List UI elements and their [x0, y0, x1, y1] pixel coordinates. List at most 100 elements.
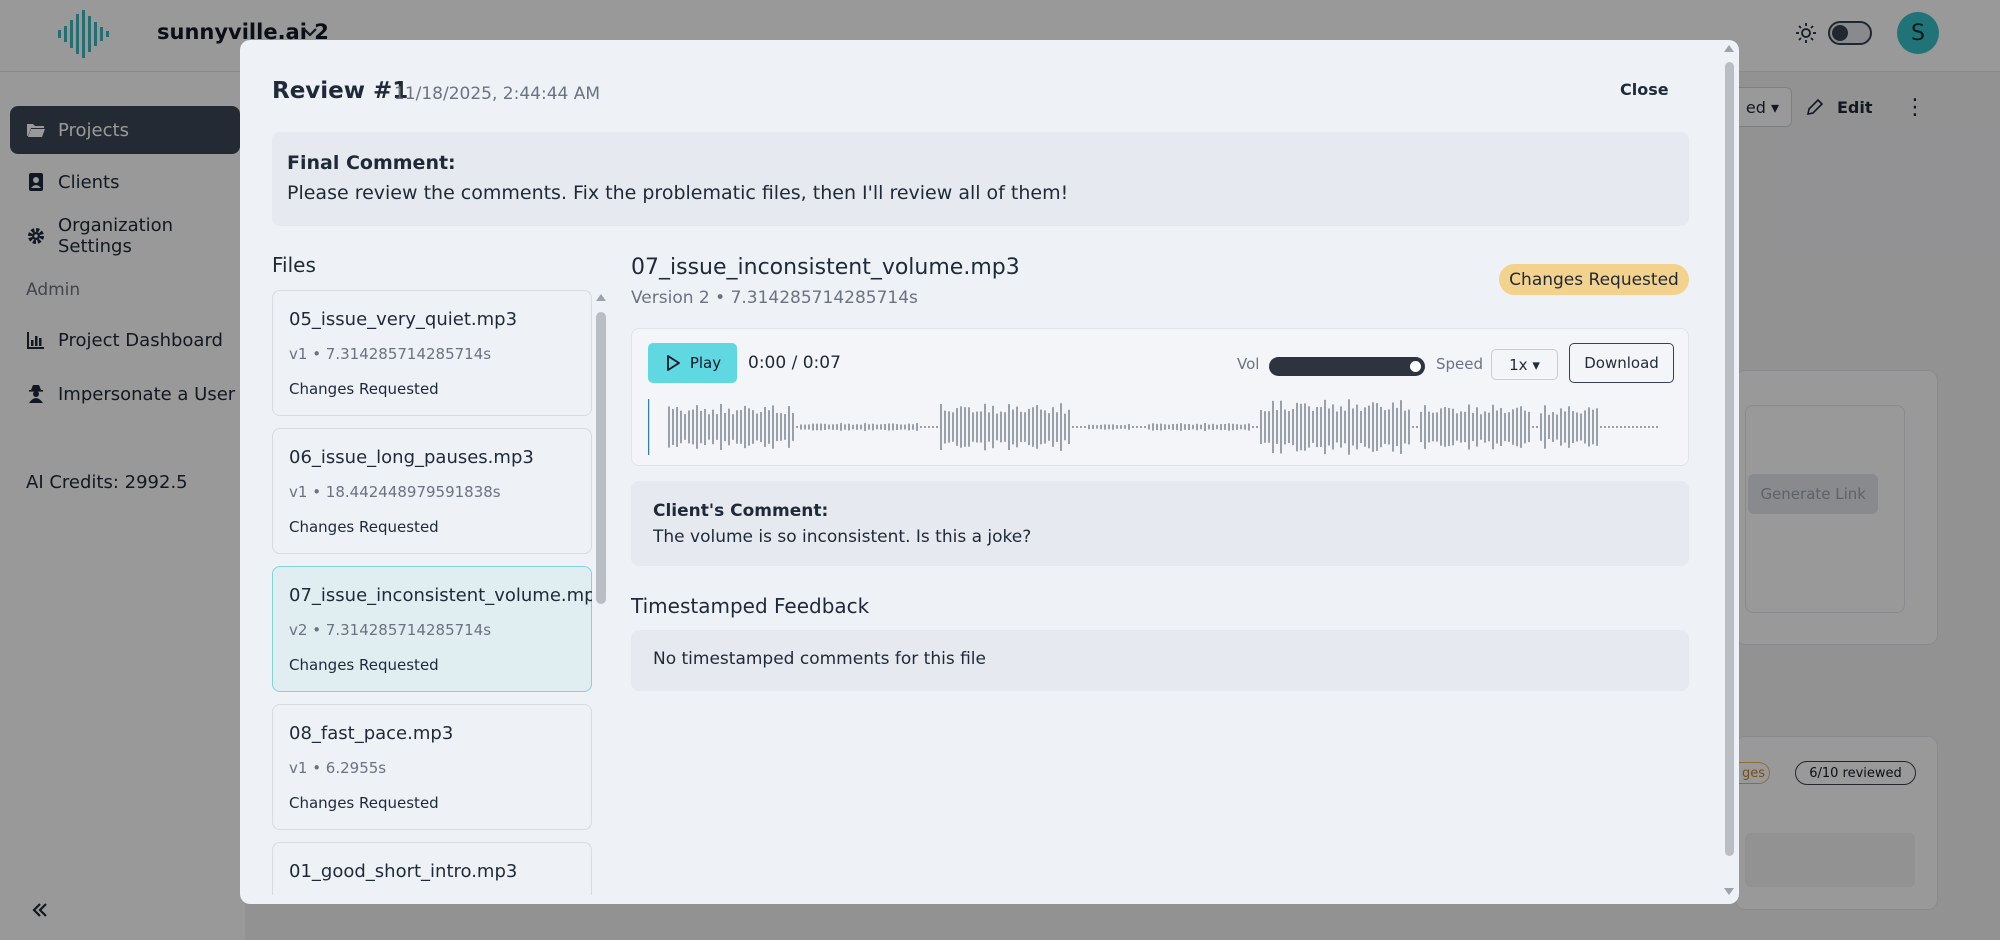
speed-label: Speed — [1436, 355, 1484, 373]
speed-select[interactable]: 1x ▾ — [1491, 349, 1558, 380]
file-status: Changes Requested — [289, 656, 439, 674]
waveform-bar — [1448, 408, 1450, 446]
waveform-bar — [1496, 410, 1498, 444]
waveform-bar — [860, 424, 862, 430]
waveform-bar — [676, 407, 678, 447]
status-badge: Changes Requested — [1499, 264, 1689, 295]
waveform-bar — [1636, 426, 1638, 428]
waveform-bar — [760, 412, 762, 443]
waveform-bar — [680, 410, 682, 444]
file-item[interactable]: 05_issue_very_quiet.mp3 v1 • 7.314285714… — [272, 290, 592, 416]
files-scrollbar[interactable] — [594, 290, 608, 895]
waveform-bar — [1356, 404, 1358, 450]
waveform-bar — [968, 407, 970, 447]
waveform-bar — [1208, 424, 1210, 430]
waveform-bar — [780, 413, 782, 441]
download-button[interactable]: Download — [1569, 343, 1674, 383]
close-button[interactable]: Close — [1620, 80, 1669, 99]
waveform-bar — [892, 423, 894, 431]
volume-slider-handle[interactable] — [1410, 361, 1421, 372]
waveform-bar — [904, 424, 906, 430]
waveform-bar — [1600, 426, 1602, 428]
file-name: 07_issue_inconsistent_volume.mp3 — [289, 585, 592, 606]
waveform-bar — [1500, 408, 1502, 446]
file-meta: v2 • 7.314285714285714s — [289, 621, 492, 639]
waveform-bar — [1172, 424, 1174, 430]
waveform-bar — [832, 424, 834, 430]
waveform-bar — [1656, 426, 1658, 428]
waveform-bar — [844, 424, 846, 430]
waveform-bar — [1288, 411, 1290, 443]
scroll-thumb[interactable] — [596, 312, 606, 604]
waveform-bar — [1540, 413, 1542, 441]
waveform-bar — [976, 411, 978, 443]
waveform-bar — [1088, 424, 1090, 430]
waveform-bar — [984, 403, 986, 451]
waveform-bar — [1440, 408, 1442, 446]
waveform-bar — [1460, 411, 1462, 443]
waveform-bar — [1116, 425, 1118, 429]
waveform-bar — [1060, 403, 1062, 451]
play-button[interactable]: Play — [648, 343, 737, 383]
waveform-bar — [1424, 405, 1426, 449]
waveform-bar — [836, 424, 838, 430]
waveform-bar — [728, 408, 730, 446]
waveform-bar — [1276, 410, 1278, 444]
waveform-bar — [800, 424, 802, 430]
caret-down-icon: ▾ — [1527, 355, 1540, 374]
waveform-bar — [1560, 408, 1562, 446]
file-item[interactable]: 08_fast_pace.mp3 v1 • 6.2955s Changes Re… — [272, 704, 592, 830]
waveform-bar — [1156, 423, 1158, 431]
scroll-up-icon[interactable] — [596, 294, 606, 301]
waveform-bar — [960, 406, 962, 448]
waveform-bar — [1048, 413, 1050, 441]
waveform-bar — [1028, 408, 1030, 446]
waveform-bar — [1324, 399, 1326, 455]
timestamped-feedback-empty: No timestamped comments for this file — [631, 630, 1689, 691]
waveform-bar — [1016, 406, 1018, 448]
file-item[interactable]: 01_good_short_intro.mp3 — [272, 842, 592, 895]
waveform-bar — [1252, 426, 1254, 428]
waveform-bar — [1364, 407, 1366, 447]
scroll-up-icon[interactable] — [1724, 45, 1734, 52]
waveform-bar — [1328, 408, 1330, 446]
waveform-bar — [1200, 424, 1202, 430]
modal-scrollbar[interactable] — [1720, 40, 1739, 904]
file-name: 05_issue_very_quiet.mp3 — [289, 309, 518, 330]
waveform-bar — [708, 414, 710, 440]
waveform-bar — [1392, 402, 1394, 452]
waveform-bar — [796, 426, 798, 428]
waveform-bar — [1152, 423, 1154, 431]
scroll-thumb[interactable] — [1725, 62, 1734, 856]
file-item[interactable]: 06_issue_long_pauses.mp3 v1 • 18.4424489… — [272, 428, 592, 554]
scroll-down-icon[interactable] — [1724, 888, 1734, 895]
waveform-bar — [1348, 399, 1350, 455]
waveform-bar — [1180, 423, 1182, 431]
waveform-bar — [868, 424, 870, 430]
file-item-selected[interactable]: 07_issue_inconsistent_volume.mp3 v2 • 7.… — [272, 566, 592, 692]
waveform-bar — [672, 409, 674, 445]
timestamped-feedback-heading: Timestamped Feedback — [631, 594, 870, 618]
waveform-bar — [1368, 405, 1370, 449]
waveform[interactable] — [648, 399, 1674, 455]
waveform-bar — [1232, 423, 1234, 431]
waveform-bar — [1068, 409, 1070, 445]
waveform-bar — [1192, 424, 1194, 430]
waveform-bar — [1360, 411, 1362, 444]
waveform-bar — [1196, 423, 1198, 431]
waveform-bar — [1076, 426, 1078, 428]
speed-value: 1x — [1509, 355, 1528, 374]
waveform-bar — [828, 424, 830, 430]
waveform-bar — [912, 424, 914, 430]
file-status: Changes Requested — [289, 380, 439, 398]
waveform-bar — [1084, 426, 1086, 428]
waveform-bar — [924, 426, 926, 428]
waveform-bar — [1648, 426, 1650, 428]
waveform-bar — [1436, 412, 1438, 442]
waveform-bar — [1024, 412, 1026, 442]
waveform-bar — [900, 424, 902, 430]
waveform-bar — [1532, 426, 1534, 428]
waveform-bar — [920, 426, 922, 428]
waveform-bar — [1612, 426, 1614, 428]
volume-slider[interactable] — [1269, 357, 1425, 376]
